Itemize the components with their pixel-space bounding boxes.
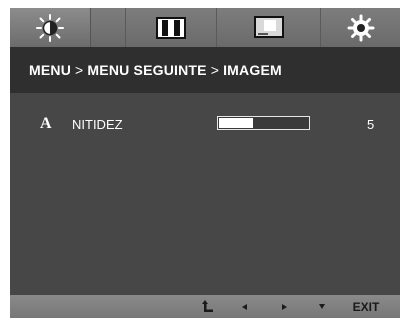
breadcrumb-menu: MENU [29,62,72,78]
brightness-sun-icon [36,13,64,42]
settings-panel: A NITIDEZ 5 [10,93,400,295]
breadcrumb-submenu: MENU SEGUINTE [87,62,207,78]
tab-strip [10,8,400,47]
tab-settings[interactable] [321,8,400,47]
settings-gear-icon [347,14,374,41]
bottom-button-bar: EXIT [10,295,400,318]
osd-menu: MENU > MENU SEGUINTE > IMAGEM A NITIDEZ 5 [10,8,400,318]
exit-button[interactable]: EXIT [346,295,386,318]
tab-brightness[interactable] [10,8,91,47]
breadcrumb: MENU > MENU SEGUINTE > IMAGEM [10,47,400,93]
sharpness-slider[interactable] [217,116,310,130]
return-button[interactable] [196,295,220,318]
slider-fill [219,118,253,128]
right-button[interactable] [274,295,294,318]
tab-picture[interactable] [217,8,320,47]
setting-value: 5 [367,117,375,132]
setting-label: NITIDEZ [72,117,123,132]
down-button[interactable] [312,295,332,318]
right-arrow-icon [281,303,287,310]
sharpness-letter-icon: A [40,115,52,132]
left-arrow-icon [241,303,247,310]
breadcrumb-separator: > [75,62,84,78]
return-icon [202,299,213,312]
left-button[interactable] [234,295,254,318]
tab-contrast[interactable] [126,8,216,47]
breadcrumb-current: IMAGEM [223,62,282,78]
contrast-bars-icon [156,16,186,39]
down-arrow-icon [319,304,325,309]
picture-screen-icon [253,15,284,38]
breadcrumb-separator: > [210,62,220,78]
